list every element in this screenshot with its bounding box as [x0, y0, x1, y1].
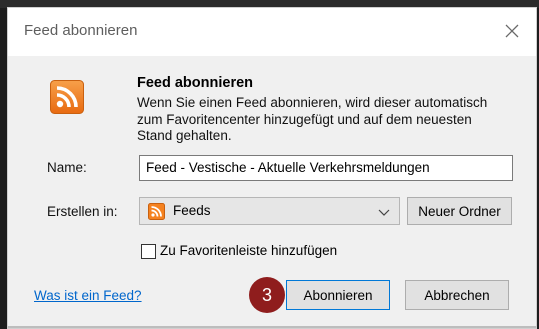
- new-folder-button[interactable]: Neuer Ordner: [407, 197, 512, 225]
- dialog-description: Wenn Sie einen Feed abonnieren, wird die…: [137, 95, 488, 143]
- title-bar: Feed abonnieren: [8, 8, 536, 56]
- create-in-label: Erstellen in:: [47, 204, 118, 219]
- subscribe-button[interactable]: Abonnieren: [286, 280, 390, 310]
- create-in-dropdown[interactable]: Feeds: [139, 197, 400, 225]
- feeds-folder-icon: [148, 203, 165, 220]
- close-icon[interactable]: [498, 17, 526, 45]
- what-is-feed-link[interactable]: Was ist ein Feed?: [34, 288, 142, 303]
- subscribe-feed-dialog: Feed abonnieren Feed abonnieren Wenn Sie…: [7, 7, 537, 329]
- dialog-heading: Feed abonnieren: [137, 75, 254, 91]
- name-label: Name:: [47, 160, 87, 175]
- dialog-bottom-edge: [8, 326, 536, 328]
- create-in-value: Feeds: [173, 203, 211, 218]
- favorites-bar-label[interactable]: Zu Favoritenleiste hinzufügen: [160, 243, 337, 258]
- dialog-title: Feed abonnieren: [24, 22, 138, 39]
- chevron-down-icon: [377, 205, 391, 219]
- cancel-button[interactable]: Abbrechen: [405, 280, 509, 310]
- rss-feed-icon: [50, 80, 84, 114]
- step-marker-badge: 3: [249, 277, 285, 313]
- favorites-bar-checkbox[interactable]: [141, 244, 156, 259]
- feed-name-input[interactable]: Feed - Vestische - Aktuelle Verkehrsmeld…: [139, 155, 513, 181]
